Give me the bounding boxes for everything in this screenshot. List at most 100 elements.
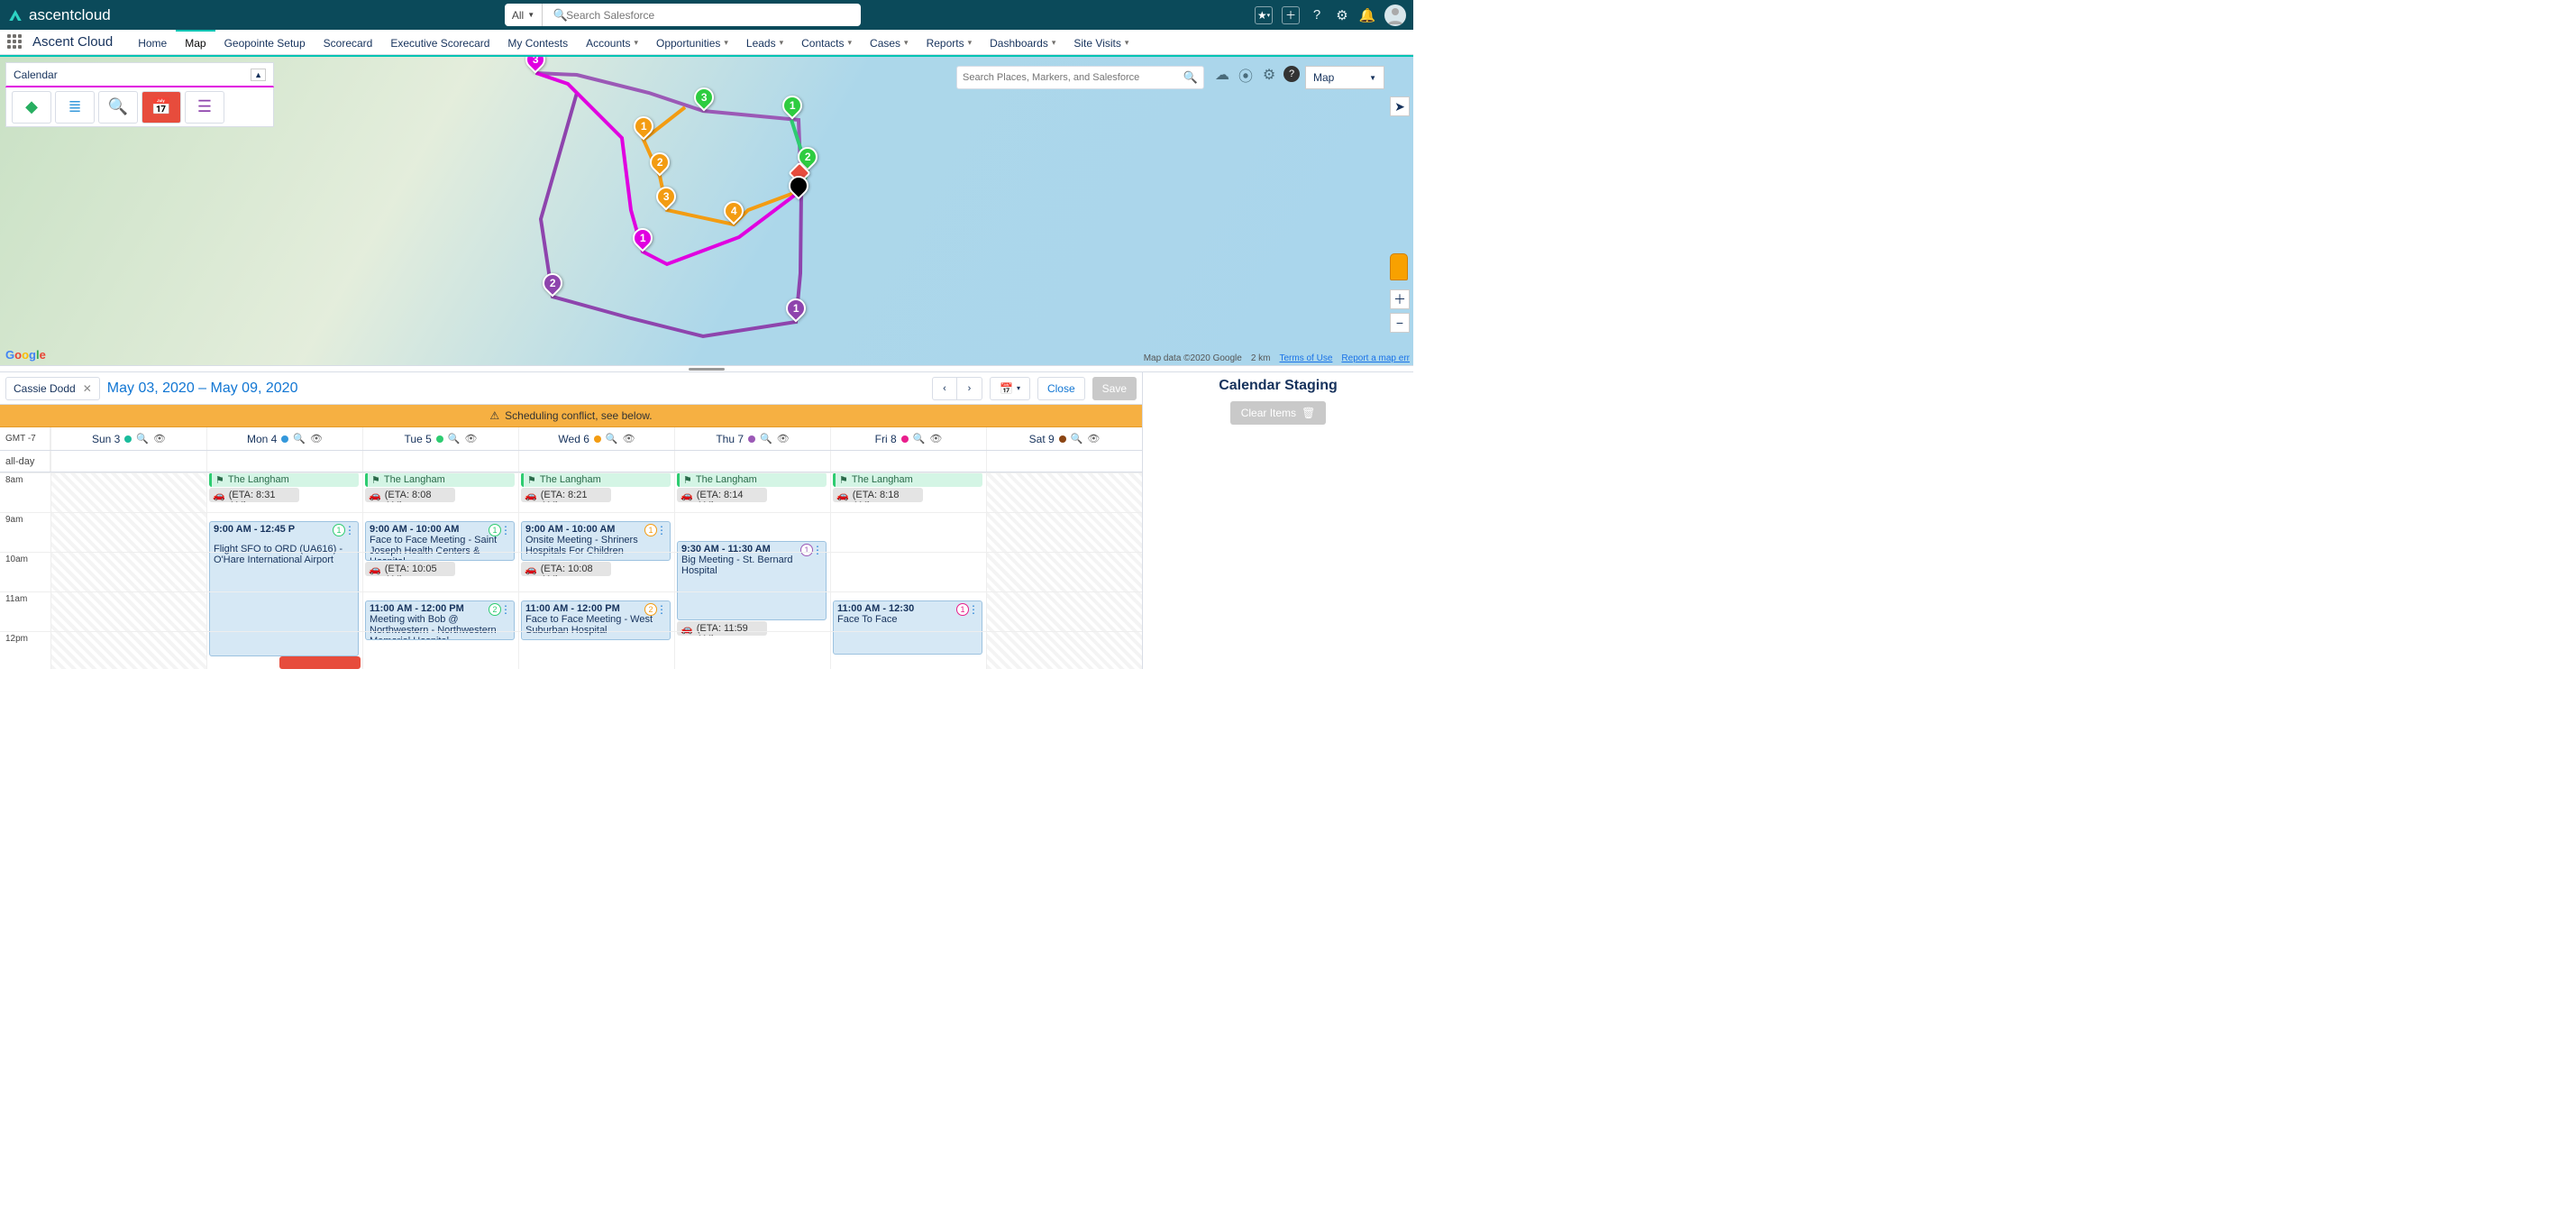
drive-segment[interactable]: 🚗 20 minutes (ETA: 8:21 AM) (521, 488, 611, 502)
chevron-down-icon[interactable]: ▾ (724, 38, 728, 48)
report-error-link[interactable]: Report a map err (1341, 353, 1410, 363)
map-type-dropdown[interactable]: Map▼ (1305, 66, 1384, 89)
chevron-down-icon[interactable]: ▾ (968, 38, 973, 48)
collapse-icon[interactable]: ▲ (251, 69, 266, 81)
map-settings-icon[interactable]: ⚙ (1260, 66, 1278, 84)
start-location[interactable]: ⚑ The Langham (209, 472, 359, 487)
panel-resize-handle[interactable] (0, 365, 1413, 372)
nav-tab-opportunities[interactable]: Opportunities▾ (647, 30, 737, 54)
locate-icon[interactable]: ➤ (1390, 96, 1410, 116)
nav-tab-home[interactable]: Home (129, 30, 176, 54)
global-search-input[interactable] (543, 4, 861, 26)
nav-tab-geopointe-setup[interactable]: Geopointe Setup (215, 30, 315, 54)
calendar-icon[interactable]: 📅 (142, 91, 181, 124)
user-avatar[interactable] (1384, 5, 1406, 26)
favorites-icon[interactable]: ★▾ (1255, 6, 1273, 24)
day-col-tue[interactable]: ⚑ The Langham 🚗 7 minutes (ETA: 8:08 AM)… (362, 472, 518, 669)
list-icon[interactable]: ☰ (185, 91, 224, 124)
calendar-picker-button[interactable]: 📅▾ (990, 377, 1030, 400)
nav-tab-dashboards[interactable]: Dashboards▾ (981, 30, 1064, 54)
user-filter-pill[interactable]: Cassie Dodd ✕ (5, 377, 100, 400)
day-col-sat[interactable] (986, 472, 1142, 669)
event-tue-2[interactable]: 11:00 AM - 12:00 PM2⋮ Meeting with Bob @… (365, 600, 515, 640)
map-marker[interactable]: 3 (656, 187, 676, 212)
chevron-down-icon[interactable]: ▾ (1052, 38, 1056, 48)
zoom-in-button[interactable]: ＋ (1390, 289, 1410, 309)
zoom-out-button[interactable]: − (1390, 313, 1410, 333)
drive-segment[interactable]: 🚗 5 minutes (ETA: 10:05 AM) (365, 562, 455, 576)
map-help-icon[interactable]: ? (1283, 66, 1300, 82)
add-icon[interactable]: ＋ (1282, 6, 1300, 24)
start-location[interactable]: ⚑ The Langham (521, 472, 671, 487)
drive-segment[interactable]: 🚗 7 minutes (ETA: 8:08 AM) (365, 488, 455, 502)
search-day-icon[interactable]: 🔍 (760, 433, 772, 445)
app-launcher-icon[interactable] (7, 34, 23, 50)
chevron-down-icon[interactable]: ▾ (1125, 38, 1129, 48)
toggle-visibility-icon[interactable]: 👁 (310, 433, 323, 445)
event-thu-1[interactable]: 9:30 AM - 11:30 AM1⋮ Big Meeting - St. B… (677, 541, 827, 620)
setup-gear-icon[interactable]: ⚙ (1334, 7, 1350, 23)
nav-tab-reports[interactable]: Reports▾ (918, 30, 982, 54)
chevron-down-icon[interactable]: ▾ (634, 38, 638, 48)
nav-tab-my-contests[interactable]: My Contests (498, 30, 577, 54)
map-area[interactable]: 33112234121 Calendar ▲ 📂 ≣ 🔍 📅 ◆ ☰ 🔍 ☁ ⦿… (0, 55, 1413, 365)
event-tue-1[interactable]: 9:00 AM - 10:00 AM1⋮ Face to Face Meetin… (365, 521, 515, 561)
day-col-wed[interactable]: ⚑ The Langham 🚗 20 minutes (ETA: 8:21 AM… (518, 472, 674, 669)
close-button[interactable]: Close (1037, 377, 1085, 400)
pegman-icon[interactable] (1390, 253, 1408, 280)
map-marker[interactable]: 1 (782, 96, 802, 121)
map-search-input[interactable] (963, 72, 1183, 83)
layers-icon[interactable]: ≣ (55, 91, 95, 124)
day-col-sun[interactable] (50, 472, 206, 669)
search-day-icon[interactable]: 🔍 (136, 433, 149, 445)
toggle-visibility-icon[interactable]: 👁 (153, 433, 166, 445)
event-wed-2[interactable]: 11:00 AM - 12:00 PM2⋮ Face to Face Meeti… (521, 600, 671, 640)
event-fri-1[interactable]: 11:00 AM - 12:301⋮ Face To Face (833, 600, 982, 655)
day-col-mon[interactable]: ⚑ The Langham 🚗 30 minutes (ETA: 8:31 AM… (206, 472, 362, 669)
prev-week-button[interactable]: ‹ (932, 377, 957, 400)
cloud-icon[interactable]: ☁ (1213, 66, 1231, 84)
clear-items-button[interactable]: Clear Items 🗑 (1230, 401, 1327, 425)
chevron-down-icon[interactable]: ▾ (780, 38, 784, 48)
map-marker[interactable]: 3 (694, 87, 714, 113)
search-day-icon[interactable]: 🔍 (913, 433, 926, 445)
start-location[interactable]: ⚑ The Langham (677, 472, 827, 487)
drive-segment[interactable]: 🚗 8 minutes (ETA: 10:08 AM) (521, 562, 611, 576)
search-day-icon[interactable]: 🔍 (448, 433, 461, 445)
conflict-event[interactable] (279, 656, 361, 669)
toggle-visibility-icon[interactable]: 👁 (464, 433, 477, 445)
next-week-button[interactable]: › (957, 377, 982, 400)
toggle-visibility-icon[interactable]: 👁 (623, 433, 635, 445)
start-location[interactable]: ⚑ The Langham (365, 472, 515, 487)
nav-tab-cases[interactable]: Cases▾ (861, 30, 918, 54)
map-marker[interactable]: 4 (724, 201, 744, 226)
event-menu-icon[interactable]: ⋮ (656, 524, 667, 536)
toggle-visibility-icon[interactable]: 👁 (929, 433, 942, 445)
event-menu-icon[interactable]: ⋮ (812, 544, 823, 556)
event-menu-icon[interactable]: ⋮ (656, 603, 667, 616)
nav-tab-leads[interactable]: Leads▾ (737, 30, 792, 54)
remove-user-icon[interactable]: ✕ (83, 382, 92, 395)
toggle-visibility-icon[interactable]: 👁 (777, 433, 790, 445)
drive-segment[interactable]: 🚗 30 minutes (ETA: 8:31 AM) (209, 488, 299, 502)
event-flight[interactable]: 9:00 AM - 12:45 P 1⋮ Flight SFO to ORD (… (209, 521, 359, 656)
event-menu-icon[interactable]: ⋮ (344, 524, 355, 536)
drive-segment[interactable]: 🚗 17 minutes (ETA: 8:18 AM) (833, 488, 923, 502)
start-location[interactable]: ⚑ The Langham (833, 472, 982, 487)
map-marker[interactable]: 1 (634, 116, 653, 142)
route-icon[interactable]: ◆ (12, 91, 51, 124)
chevron-down-icon[interactable]: ▾ (848, 38, 853, 48)
map-marker[interactable]: 2 (650, 152, 670, 178)
event-menu-icon[interactable]: ⋮ (500, 524, 511, 536)
search-day-icon[interactable]: 🔍 (1071, 433, 1083, 445)
map-marker[interactable]: 1 (786, 298, 806, 324)
nav-tab-executive-scorecard[interactable]: Executive Scorecard (381, 30, 498, 54)
traffic-icon[interactable]: ⦿ (1237, 66, 1255, 84)
nav-tab-accounts[interactable]: Accounts▾ (577, 30, 647, 54)
search-day-icon[interactable]: 🔍 (606, 433, 618, 445)
event-wed-1[interactable]: 9:00 AM - 10:00 AM1⋮ Onsite Meeting - Sh… (521, 521, 671, 561)
toggle-visibility-icon[interactable]: 👁 (1087, 433, 1100, 445)
drive-segment[interactable]: 🚗 13 minutes (ETA: 8:14 AM) (677, 488, 767, 502)
map-marker[interactable]: 2 (543, 273, 562, 298)
map-search-icon[interactable]: 🔍 (98, 91, 138, 124)
